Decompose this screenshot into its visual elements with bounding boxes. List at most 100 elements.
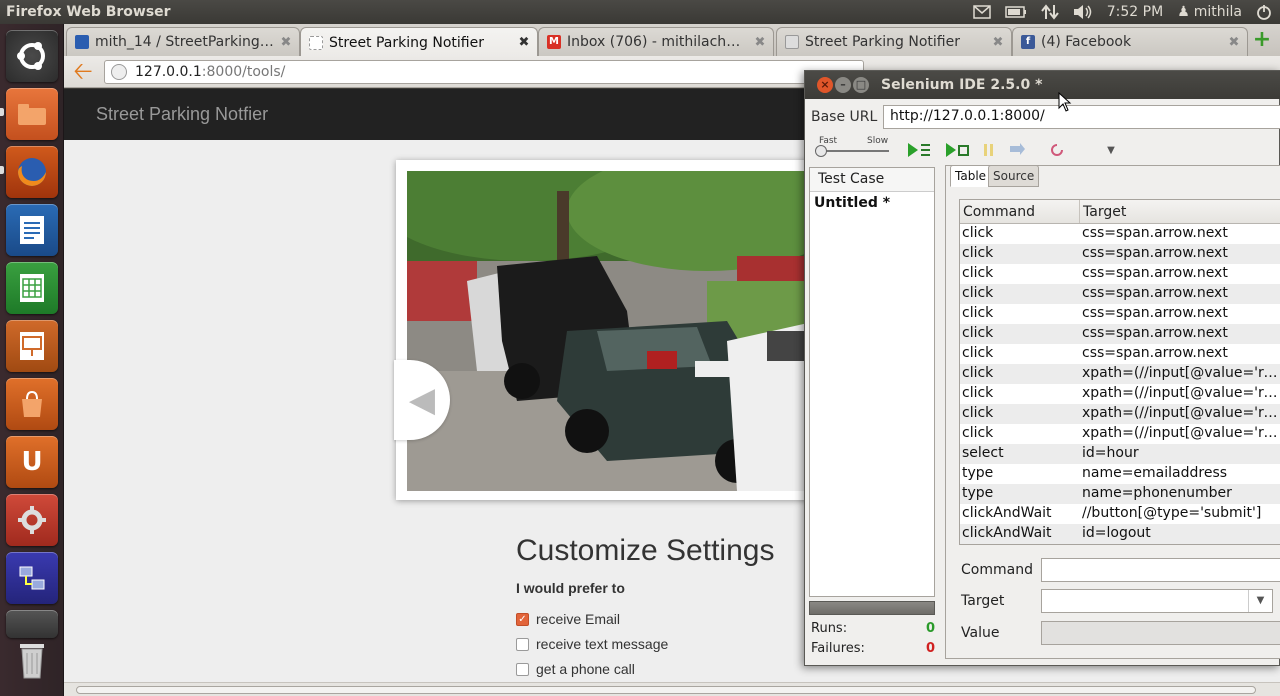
table-row[interactable]: clickAndWait id=logout — [960, 524, 1280, 544]
close-tab-icon[interactable]: ✖ — [277, 35, 295, 50]
new-tab-icon[interactable]: + — [1252, 29, 1272, 51]
dash-home-icon[interactable] — [6, 30, 58, 82]
table-row[interactable]: click css=span.arrow.next — [960, 284, 1280, 304]
speed-slider-track[interactable] — [817, 150, 889, 152]
table-row[interactable]: click css=span.arrow.next — [960, 304, 1280, 324]
github-favicon-icon — [75, 35, 89, 49]
firefox-icon[interactable] — [6, 146, 58, 198]
speed-slow-label: Slow — [867, 136, 889, 146]
battery-icon[interactable] — [1005, 6, 1027, 18]
table-row[interactable]: type name=emailaddress — [960, 464, 1280, 484]
table-row[interactable]: click css=span.arrow.next — [960, 224, 1280, 244]
table-row[interactable]: click xpath=(//input[@value='re… — [960, 404, 1280, 424]
launcher-pip-firefox — [0, 166, 4, 174]
table-row[interactable]: click xpath=(//input[@value='re… — [960, 384, 1280, 404]
close-tab-icon[interactable]: ✖ — [751, 35, 769, 50]
maximize-window-icon[interactable]: □ — [853, 77, 869, 93]
failures-label: Failures: — [811, 641, 865, 656]
power-icon[interactable] — [1256, 4, 1272, 20]
column-command[interactable]: Command — [960, 200, 1080, 223]
clock[interactable]: 7:52 PM — [1107, 4, 1163, 20]
table-row[interactable]: click css=span.arrow.next — [960, 264, 1280, 284]
close-tab-icon[interactable]: ✖ — [515, 35, 533, 50]
table-row[interactable]: clickAndWait //button[@type='submit'] — [960, 504, 1280, 524]
command-cell: click — [962, 365, 994, 381]
command-cell: click — [962, 325, 994, 341]
table-row[interactable]: click css=span.arrow.next — [960, 244, 1280, 264]
selenium-title: Selenium IDE 2.5.0 * — [881, 77, 1043, 93]
calc-icon[interactable] — [6, 262, 58, 314]
window-title: Firefox Web Browser — [6, 4, 171, 20]
scrollbar-thumb[interactable] — [76, 686, 1256, 694]
table-row[interactable]: select id=hour — [960, 444, 1280, 464]
table-row[interactable]: type name=phonenumber — [960, 484, 1280, 504]
url-host: 127.0.0.1 — [135, 64, 202, 80]
system-settings-icon[interactable] — [6, 494, 58, 546]
table-row[interactable]: click css=span.arrow.next — [960, 324, 1280, 344]
test-case-item[interactable]: Untitled * — [810, 192, 934, 214]
pause-icon[interactable] — [977, 141, 1001, 159]
email-checkbox[interactable]: ✓ — [516, 612, 529, 626]
command-table: Command Target click css=span.arrow.next c… — [959, 199, 1280, 545]
phone-call-checkbox[interactable] — [516, 662, 529, 676]
trash-icon[interactable] — [6, 634, 58, 686]
text-message-checkbox[interactable] — [516, 637, 529, 651]
minimize-window-icon[interactable]: – — [835, 77, 851, 93]
selenium-titlebar[interactable]: × – □ Selenium IDE 2.5.0 * — [805, 71, 1280, 99]
network-connection-icon[interactable] — [6, 552, 58, 604]
base-url-field[interactable]: http://127.0.0.1:8000/ — [883, 105, 1280, 129]
tab-gmail-inbox[interactable]: M Inbox (706) - mithilachwd… ✖ — [538, 27, 774, 56]
play-suite-icon[interactable] — [907, 141, 931, 159]
tab-github[interactable]: mith_14 / StreetParkingN… ✖ — [66, 27, 300, 56]
user-menu[interactable]: ♟ mithila — [1177, 4, 1242, 20]
target-label: Target — [961, 593, 1005, 609]
network-icon[interactable] — [1040, 4, 1059, 20]
option-text-message[interactable]: receive text message — [516, 635, 668, 653]
table-row[interactable]: click xpath=(//input[@value='re… — [960, 364, 1280, 384]
tab-facebook[interactable]: f (4) Facebook ✖ — [1012, 27, 1248, 56]
files-icon[interactable] — [6, 88, 58, 140]
value-field[interactable] — [1041, 621, 1280, 645]
selenium-ide-window: × – □ Selenium IDE 2.5.0 * Base URL http… — [804, 70, 1280, 666]
column-target[interactable]: Target — [1080, 200, 1280, 223]
rollup-icon[interactable] — [1045, 141, 1069, 159]
command-cell: click — [962, 305, 994, 321]
horizontal-scrollbar[interactable] — [64, 682, 1280, 696]
base-url-label: Base URL — [811, 109, 878, 125]
target-field[interactable]: ▼ — [1041, 589, 1273, 613]
tab-street-parking[interactable]: Street Parking Notifier ✖ — [776, 27, 1012, 56]
tab-table[interactable]: Table — [950, 165, 992, 187]
site-brand[interactable]: Street Parking Notfier — [96, 104, 268, 125]
option-phone-call[interactable]: get a phone call — [516, 660, 635, 678]
command-field[interactable] — [1041, 558, 1280, 582]
facebook-favicon-icon: f — [1021, 35, 1035, 49]
tab-street-parking-active[interactable]: Street Parking Notifier ✖ — [300, 27, 538, 57]
back-arrow-icon[interactable]: 🡠 — [70, 59, 96, 85]
step-icon[interactable] — [1005, 141, 1029, 159]
image-slider: ◀ — [394, 160, 817, 500]
software-center-icon[interactable] — [6, 378, 58, 430]
impress-icon[interactable] — [6, 320, 58, 372]
target-cell: css=span.arrow.next — [1082, 225, 1228, 241]
close-tab-icon[interactable]: ✖ — [989, 35, 1007, 50]
speed-slider-knob[interactable] — [815, 145, 827, 157]
table-row[interactable]: click css=span.arrow.next — [960, 344, 1280, 364]
ubuntu-one-icon[interactable]: U — [6, 436, 58, 488]
target-dropdown-icon[interactable]: ▼ — [1248, 590, 1272, 612]
table-row[interactable]: click xpath=(//input[@value='re… — [960, 424, 1280, 444]
volume-icon[interactable] — [1073, 4, 1093, 20]
command-cell: click — [962, 265, 994, 281]
site-identity-icon[interactable] — [111, 64, 127, 80]
writer-icon[interactable] — [6, 204, 58, 256]
mail-icon[interactable] — [973, 5, 991, 19]
dropdown-arrow-icon[interactable]: ▼ — [1099, 141, 1123, 159]
close-window-icon[interactable]: × — [817, 77, 833, 93]
test-case-panel: Test Case Untitled * — [809, 167, 935, 597]
target-cell: xpath=(//input[@value='re… — [1082, 365, 1280, 381]
command-cell: select — [962, 445, 1004, 461]
url-bar[interactable]: 127.0.0.1:8000/tools/ — [104, 60, 864, 84]
play-test-icon[interactable] — [945, 141, 969, 159]
close-tab-icon[interactable]: ✖ — [1225, 35, 1243, 50]
option-email[interactable]: ✓ receive Email — [516, 610, 620, 628]
tab-source[interactable]: Source — [988, 165, 1040, 187]
